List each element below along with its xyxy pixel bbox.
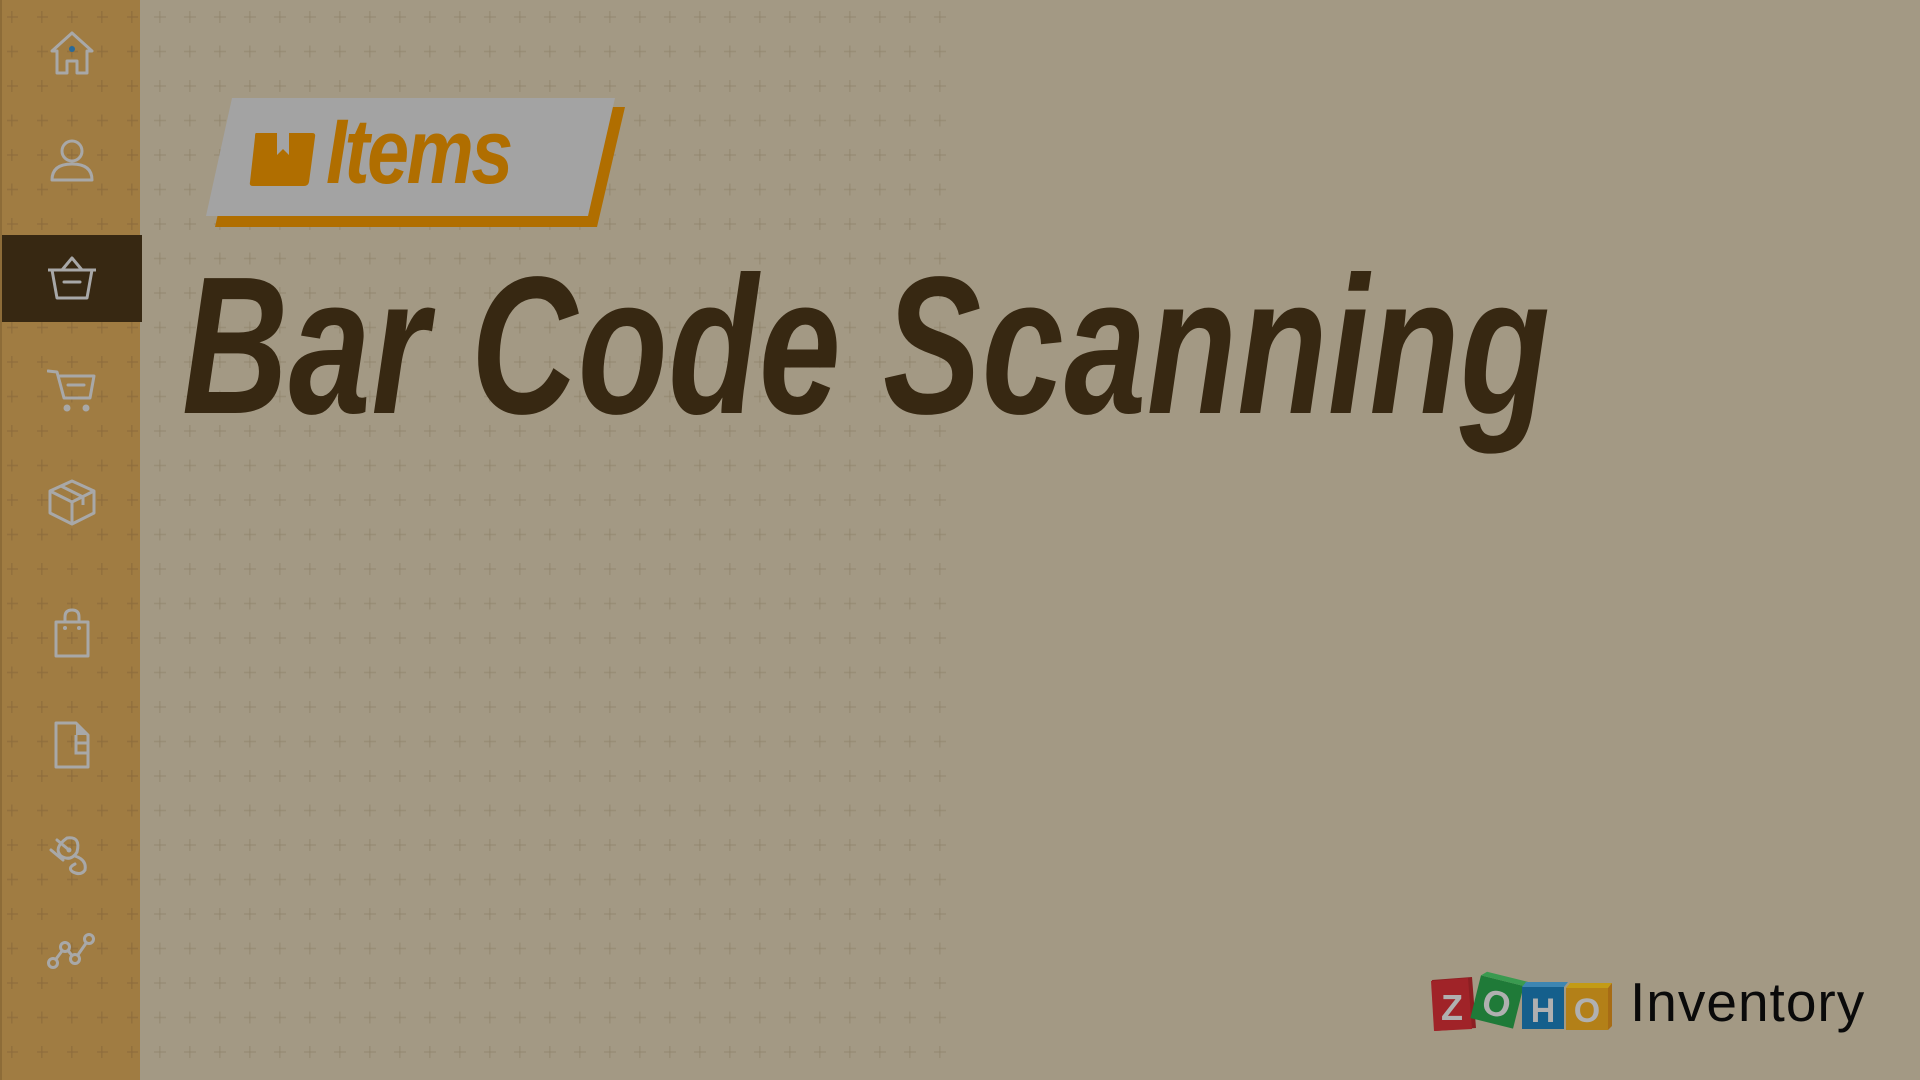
home-icon (50, 31, 94, 75)
basket-icon (48, 256, 96, 299)
product-name: Inventory (1630, 971, 1866, 1033)
sidebar-item-packages[interactable] (2, 459, 142, 545)
sidebar-item-integrations[interactable] (2, 810, 142, 896)
sidebar-item-items[interactable] (2, 235, 142, 322)
zoho-logo: Z O H O (1431, 971, 1612, 1031)
sidebar-item-sales[interactable] (2, 347, 142, 433)
box-icon (48, 479, 96, 526)
sidebar-nav (0, 0, 142, 1080)
sidebar-item-home[interactable] (2, 10, 142, 96)
zoho-h-block: H (1522, 982, 1568, 1030)
sidebar-item-purchases[interactable] (2, 590, 142, 676)
person-icon (50, 139, 94, 182)
sidebar-item-documents[interactable] (2, 702, 142, 788)
svg-text:Z: Z (1441, 987, 1463, 1028)
sidebar-item-reports[interactable] (2, 907, 142, 993)
svg-text:O: O (1574, 992, 1600, 1030)
document-icon (54, 721, 90, 769)
zoho-o-block-green: O (1470, 971, 1530, 1029)
zoho-z-block: Z (1431, 977, 1476, 1031)
section-badge-label: Items (326, 101, 513, 203)
line-chart-icon (47, 933, 95, 969)
shopping-bag-icon (54, 608, 90, 658)
sidebar-item-contacts[interactable] (2, 117, 142, 203)
plug-icon (49, 836, 87, 876)
page-title: Bar Code Scanning (182, 236, 1551, 455)
svg-text:H: H (1531, 992, 1556, 1030)
cart-icon (47, 369, 96, 412)
zoho-o-block-yellow: O (1566, 983, 1612, 1030)
